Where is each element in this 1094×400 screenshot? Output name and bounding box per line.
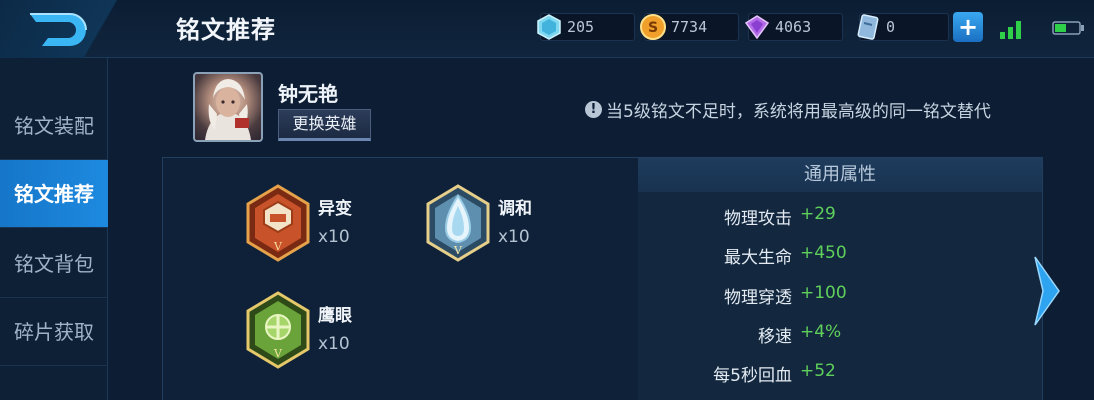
change-hero-button[interactable]: 更换英雄: [278, 109, 371, 141]
gold-value: 7734: [671, 18, 708, 36]
attribute-row: 移速 +4%: [638, 322, 1042, 352]
attribute-value: +29: [800, 204, 836, 224]
hero-portrait-icon: [205, 79, 251, 140]
attribute-label: 物理穿透: [724, 288, 792, 308]
svg-text:S: S: [648, 20, 658, 36]
attribute-label: 每5秒回血: [713, 366, 792, 386]
voucher-icon: [857, 14, 879, 40]
rune-item-green[interactable]: V 鹰眼 x10: [244, 291, 352, 369]
recharge-plus-button[interactable]: +: [953, 12, 983, 42]
attribute-value: +52: [800, 361, 836, 381]
signal-icon: [1000, 21, 1021, 39]
attribute-value: +450: [800, 243, 847, 263]
back-arrow-icon: [30, 13, 87, 46]
rune-substitute-tip: ! 当5级铭文不足时，系统将用最高级的同一铭文替代: [585, 97, 991, 122]
next-page-arrow-icon[interactable]: [1033, 255, 1061, 327]
battery-icon: [1052, 21, 1084, 35]
rune-count: x10: [318, 334, 350, 354]
blue-rune-icon: V: [426, 184, 490, 262]
page-title: 铭文推荐: [176, 16, 276, 44]
voucher-value: 0: [886, 18, 896, 36]
attribute-header: 通用属性: [638, 158, 1042, 192]
attribute-panel: 通用属性 物理攻击 +29 最大生命 +450 物理穿透 +100 移速 +4%…: [638, 158, 1042, 400]
rune-count: x10: [318, 227, 350, 247]
attribute-row: 物理攻击 +29: [638, 204, 1042, 234]
attribute-value: +100: [800, 283, 847, 303]
rune-name: 鹰眼: [318, 306, 352, 326]
attribute-row: 每5秒回血 +52: [638, 361, 1042, 391]
attribute-row: 最大生命 +450: [638, 243, 1042, 273]
rune-name: 调和: [498, 199, 532, 219]
gold-counter: S 7734: [640, 13, 739, 41]
diamond-icon: [537, 14, 561, 40]
svg-text:V: V: [273, 240, 283, 253]
sidebar-item-fragment-get[interactable]: 碎片获取: [0, 298, 108, 366]
sidebar-item-rune-equip[interactable]: 铭文装配: [0, 92, 108, 160]
attribute-label: 物理攻击: [724, 209, 792, 229]
purple-gem-counter: 4063: [744, 13, 843, 41]
diamond-value: 205: [567, 18, 595, 36]
green-rune-icon: V: [246, 291, 310, 369]
rune-name: 异变: [318, 199, 352, 219]
svg-text:V: V: [273, 347, 283, 360]
attribute-value: +4%: [800, 322, 842, 342]
sidebar: 铭文装配 铭文推荐 铭文背包 碎片获取: [0, 58, 108, 400]
rune-item-blue[interactable]: V 调和 x10: [424, 184, 532, 262]
attribute-row: 物理穿透 +100: [638, 283, 1042, 313]
diamond-counter: 205: [537, 13, 635, 41]
svg-text:V: V: [453, 244, 463, 257]
top-bar: 铭文推荐 205 S 7734 4063 0 +: [0, 0, 1094, 58]
sidebar-item-rune-recommend[interactable]: 铭文推荐: [0, 160, 108, 228]
purple-gem-icon: [744, 15, 770, 40]
red-rune-icon: V: [246, 184, 310, 262]
attribute-label: 移速: [758, 327, 792, 347]
voucher-counter: 0: [857, 13, 949, 41]
hero-name: 钟无艳: [278, 82, 338, 106]
rune-count: x10: [498, 227, 530, 247]
hero-avatar[interactable]: [193, 72, 263, 142]
gold-coin-icon: S: [640, 14, 666, 40]
back-button[interactable]: [0, 0, 160, 58]
purple-gem-value: 4063: [775, 18, 812, 36]
tip-text: 当5级铭文不足时，系统将用最高级的同一铭文替代: [606, 102, 991, 122]
sidebar-item-rune-bag[interactable]: 铭文背包: [0, 230, 108, 298]
info-icon: !: [585, 101, 602, 118]
attribute-label: 最大生命: [724, 248, 792, 268]
rune-item-red[interactable]: V 异变 x10: [244, 184, 352, 262]
